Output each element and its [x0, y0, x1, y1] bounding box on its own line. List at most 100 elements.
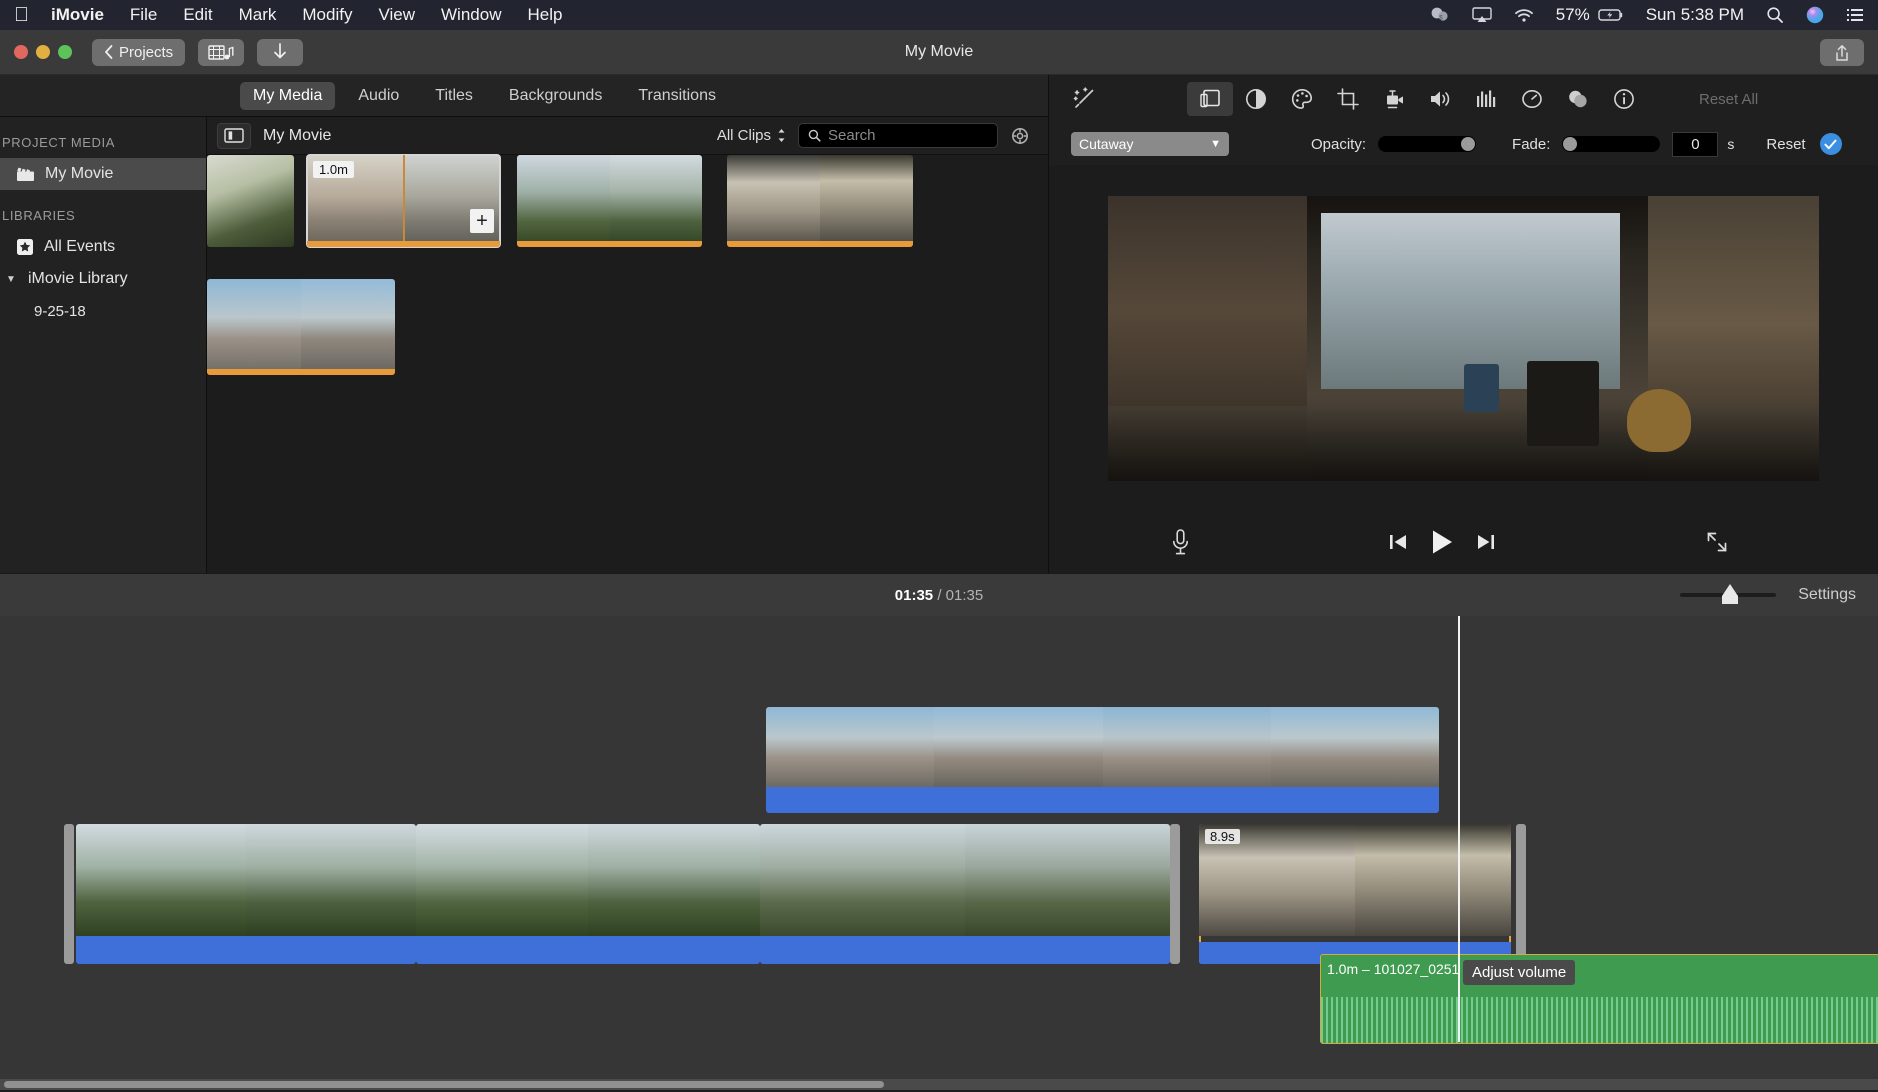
timeline-horizontal-scrollbar[interactable]: [0, 1079, 1878, 1090]
timeline-clip-train-2[interactable]: [416, 824, 760, 964]
opacity-slider-knob[interactable]: [1461, 137, 1475, 151]
play-icon[interactable]: [1430, 529, 1454, 555]
timeline-zoom-knob[interactable]: [1722, 584, 1738, 596]
stabilization-tool[interactable]: [1371, 82, 1417, 116]
gear-icon[interactable]: [1010, 126, 1030, 146]
tab-backgrounds[interactable]: Backgrounds: [496, 82, 615, 110]
share-export-button[interactable]: [1820, 39, 1864, 66]
clip-audio-waveform: [76, 936, 416, 964]
media-clip-cafe[interactable]: [727, 155, 913, 247]
apple-logo-icon[interactable]: : [14, 5, 29, 25]
import-media-button[interactable]: [198, 39, 244, 66]
tab-audio[interactable]: Audio: [345, 82, 412, 110]
star-box-icon: [16, 238, 34, 256]
media-browser-toolbar: My Movie All Clips Search: [207, 117, 1048, 155]
storyline-right-trim-handle[interactable]: [1170, 824, 1180, 964]
menubar-clock[interactable]: Sun 5:38 PM: [1646, 5, 1744, 25]
overlay-mode-select[interactable]: Cutaway ▼: [1071, 132, 1229, 156]
clip-information-tool[interactable]: [1601, 82, 1647, 116]
microphone-icon[interactable]: [1171, 529, 1190, 556]
menu-item-edit[interactable]: Edit: [183, 5, 212, 25]
share-export-icon: [1835, 44, 1849, 62]
opacity-slider[interactable]: [1378, 136, 1476, 152]
magic-enhance-icon[interactable]: [1071, 86, 1097, 112]
sidebar-item-imovie-library[interactable]: ▼ iMovie Library: [0, 263, 206, 295]
timeline-audio-clip[interactable]: 1.0m – 101027_0251: [1320, 954, 1878, 1044]
cafe-clip-right-trim-handle[interactable]: [1516, 824, 1526, 964]
reset-all-button[interactable]: Reset All: [1699, 91, 1758, 108]
fade-slider-knob[interactable]: [1563, 137, 1577, 151]
close-window-button[interactable]: [14, 45, 28, 59]
timeline-clip-city-cutaway[interactable]: [766, 707, 1439, 813]
sidebar-item-all-events[interactable]: All Events: [0, 231, 206, 263]
video-preview[interactable]: [1108, 196, 1819, 481]
menu-item-file[interactable]: File: [130, 5, 157, 25]
reset-button[interactable]: Reset: [1766, 136, 1805, 153]
thumbnail-image: [517, 155, 702, 247]
media-clip-mountains[interactable]: [517, 155, 702, 247]
add-clip-to-project-button[interactable]: +: [470, 209, 494, 233]
dropbox-icon[interactable]: $: [1430, 7, 1450, 23]
airplay-icon[interactable]: [1472, 7, 1492, 23]
media-clip-city[interactable]: [207, 279, 395, 375]
fade-slider[interactable]: [1562, 136, 1660, 152]
browser-and-sidebar: PROJECT MEDIA My Movie LIBRARIES All Eve…: [0, 117, 1048, 573]
disclosure-triangle-icon[interactable]: ▼: [6, 274, 18, 285]
main-content-area: My Media Audio Titles Backgrounds Transi…: [0, 75, 1878, 573]
tab-my-media[interactable]: My Media: [240, 82, 335, 110]
video-overlay-tool[interactable]: [1187, 82, 1233, 116]
skip-to-end-icon[interactable]: [1476, 532, 1496, 552]
fullscreen-icon[interactable]: [1706, 531, 1728, 553]
clip-filter-tool[interactable]: [1555, 82, 1601, 116]
timeline-settings-button[interactable]: Settings: [1798, 586, 1856, 604]
thumbnail-selection-bar: [207, 369, 395, 375]
back-to-projects-button[interactable]: Projects: [92, 39, 185, 66]
menu-item-help[interactable]: Help: [527, 5, 562, 25]
maximize-window-button[interactable]: [58, 45, 72, 59]
timeline-clip-train-1[interactable]: [76, 824, 416, 964]
tab-titles[interactable]: Titles: [422, 82, 486, 110]
info-icon: [1613, 88, 1635, 110]
timeline-timecode: 01:35 / 01:35: [0, 587, 1878, 604]
download-button[interactable]: [257, 39, 303, 66]
scrollbar-thumb[interactable]: [4, 1081, 884, 1088]
siri-icon[interactable]: [1806, 6, 1824, 24]
menu-item-imovie[interactable]: iMovie: [51, 5, 104, 25]
clip-filter-dropdown[interactable]: All Clips: [717, 127, 786, 144]
media-clip-waterfall[interactable]: [207, 155, 294, 247]
timeline-canvas[interactable]: 8.9s 1.0m – 101027_0251 Adjust volume: [0, 616, 1878, 1090]
menu-item-window[interactable]: Window: [441, 5, 501, 25]
skip-to-start-icon[interactable]: [1388, 532, 1408, 552]
timeline-playhead[interactable]: [1458, 616, 1460, 1042]
clip-filmstrip: [1199, 824, 1511, 936]
menu-item-mark[interactable]: Mark: [239, 5, 277, 25]
sidebar-item-my-movie[interactable]: My Movie: [0, 158, 206, 190]
color-balance-tool[interactable]: [1233, 82, 1279, 116]
battery-charging-icon[interactable]: [1598, 8, 1624, 22]
notification-center-icon[interactable]: [1846, 7, 1864, 23]
noise-reduction-tool[interactable]: [1463, 82, 1509, 116]
timecode-total: 01:35: [946, 587, 984, 604]
storyline-left-trim-handle[interactable]: [64, 824, 74, 964]
media-clip-street[interactable]: 1.0m +: [307, 155, 500, 247]
crop-tool[interactable]: [1325, 82, 1371, 116]
fade-duration-field[interactable]: 0: [1672, 132, 1718, 157]
timeline-clip-cafe[interactable]: 8.9s: [1199, 824, 1511, 964]
spotlight-search-icon[interactable]: [1766, 6, 1784, 24]
timeline-zoom-slider[interactable]: [1680, 593, 1776, 597]
sidebar-item-label: iMovie Library: [28, 270, 128, 288]
fade-duration-value: 0: [1691, 136, 1699, 153]
apply-changes-button[interactable]: [1820, 133, 1842, 155]
menu-item-modify[interactable]: Modify: [302, 5, 352, 25]
volume-tool[interactable]: [1417, 82, 1463, 116]
minimize-window-button[interactable]: [36, 45, 50, 59]
tab-transitions[interactable]: Transitions: [625, 82, 729, 110]
menu-item-view[interactable]: View: [378, 5, 415, 25]
sidebar-item-event-9-25-18[interactable]: 9-25-18: [0, 295, 206, 327]
timeline-clip-mountain[interactable]: [760, 824, 1170, 964]
wifi-icon[interactable]: [1514, 8, 1534, 23]
sidebar-toggle-button[interactable]: [217, 123, 251, 149]
search-input[interactable]: Search: [798, 123, 998, 148]
speed-tool[interactable]: [1509, 82, 1555, 116]
color-correction-tool[interactable]: [1279, 82, 1325, 116]
